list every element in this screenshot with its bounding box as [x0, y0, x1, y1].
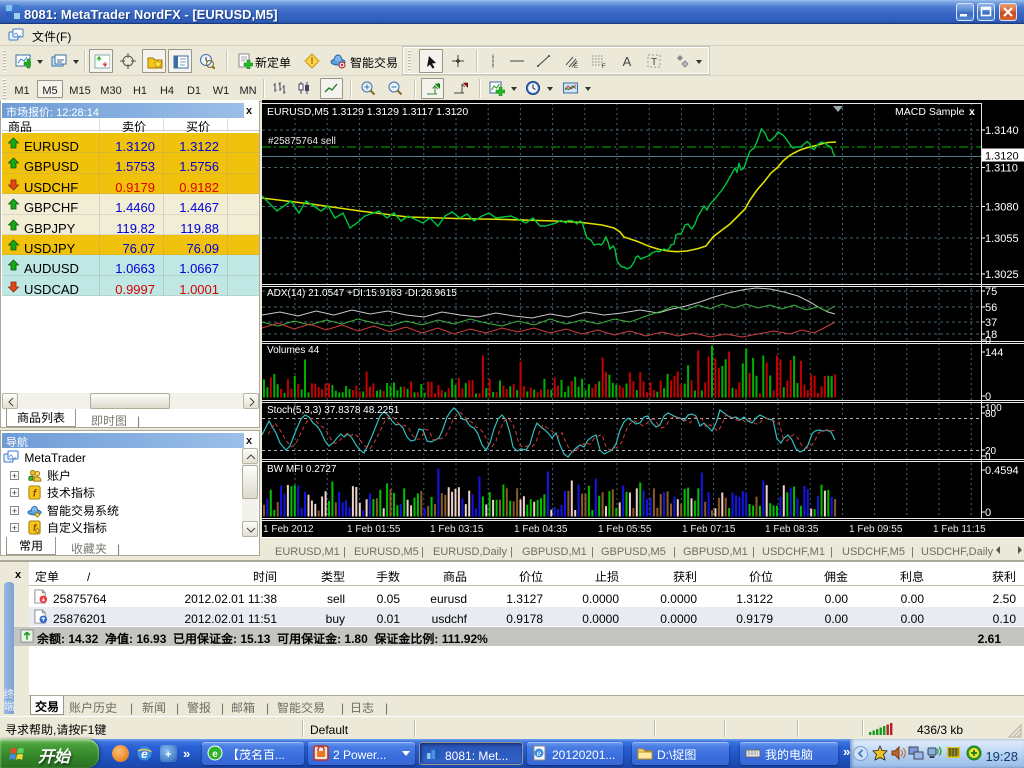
svg-text:MACD Sample: MACD Sample: [895, 104, 965, 119]
svg-text:1.3055: 1.3055: [985, 230, 1019, 246]
svg-text:ADX(14) 21.0547 +DI:15.9163 -D: ADX(14) 21.0547 +DI:15.9163 -DI:26.9615: [267, 284, 457, 299]
svg-text:1 Feb 04:35: 1 Feb 04:35: [514, 520, 568, 535]
svg-text:1.3025: 1.3025: [985, 266, 1019, 282]
svg-text:0: 0: [985, 504, 991, 520]
svg-text:144: 144: [985, 344, 1003, 360]
svg-text:0: 0: [985, 448, 991, 463]
svg-text:A: A: [623, 53, 632, 69]
svg-text:T: T: [651, 53, 657, 68]
svg-text:56: 56: [985, 299, 997, 315]
svg-text:e: e: [141, 745, 148, 762]
svg-text:1 Feb 05:55: 1 Feb 05:55: [598, 520, 652, 535]
svg-text:1.3080: 1.3080: [985, 199, 1019, 215]
svg-text:1 Feb 2012: 1 Feb 2012: [263, 520, 314, 535]
svg-text:e: e: [537, 748, 542, 759]
svg-text:1 Feb 03:15: 1 Feb 03:15: [430, 520, 484, 535]
svg-text:EURUSD,M5 1.3129 1.3129 1.311: EURUSD,M5 1.3129 1.3129 1.3117 1.3120: [267, 104, 468, 119]
svg-text:1 Feb 11:15: 1 Feb 11:15: [933, 520, 986, 535]
svg-text:1.3140: 1.3140: [985, 122, 1019, 138]
svg-text:!: !: [311, 54, 314, 67]
svg-text:BW MFI 0.2727: BW MFI 0.2727: [267, 460, 337, 475]
svg-text:Stoch(5,3,3) 37.8378 48.2251: Stoch(5,3,3) 37.8378 48.2251: [267, 401, 400, 416]
svg-text:x: x: [969, 104, 975, 119]
svg-text:80: 80: [985, 405, 997, 420]
svg-text:#25875764 sell: #25875764 sell: [268, 132, 336, 147]
svg-text:75: 75: [985, 283, 997, 299]
svg-text:E: E: [574, 61, 578, 69]
svg-text:1.3120: 1.3120: [985, 148, 1019, 164]
svg-text:0.4594: 0.4594: [985, 462, 1019, 478]
svg-text:1 Feb 09:55: 1 Feb 09:55: [849, 520, 903, 535]
svg-text:Volumes 44: Volumes 44: [267, 341, 320, 356]
svg-text:e: e: [212, 745, 218, 760]
svg-text:1 Feb 01:55: 1 Feb 01:55: [347, 520, 401, 535]
svg-text:1 Feb 07:15: 1 Feb 07:15: [682, 520, 736, 535]
svg-text:1 Feb 08:35: 1 Feb 08:35: [765, 520, 819, 535]
svg-text:F: F: [602, 61, 606, 69]
